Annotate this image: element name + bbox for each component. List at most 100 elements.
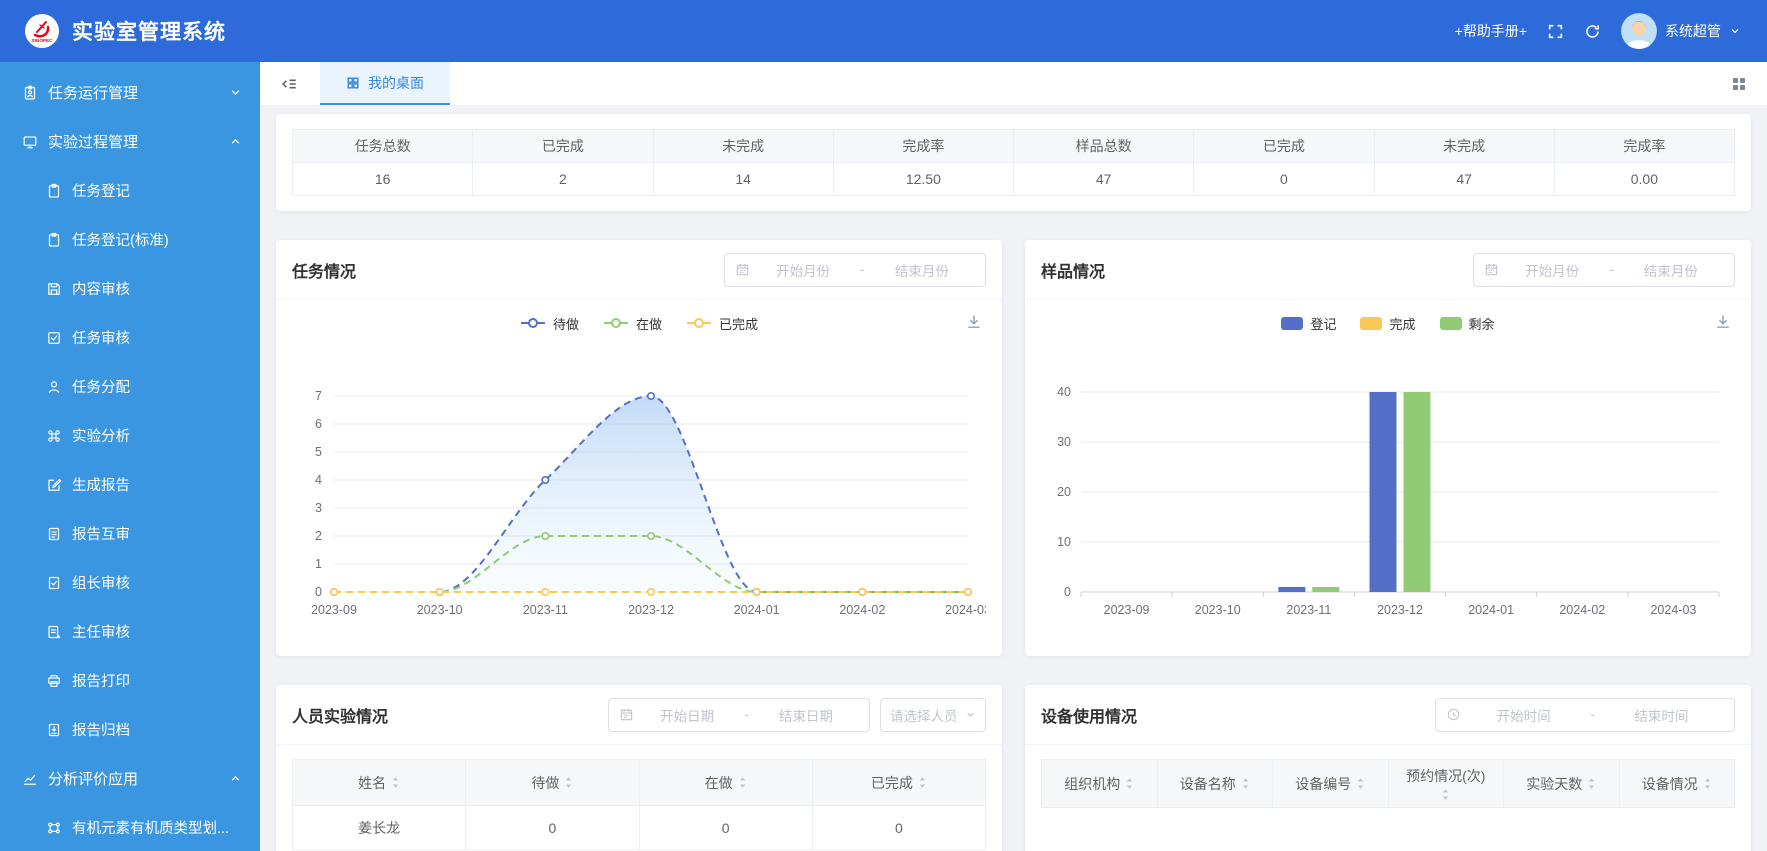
column-label: 设备名称 <box>1179 775 1236 792</box>
clock-icon <box>1447 708 1460 721</box>
sidebar-item-11[interactable]: 主任审核 <box>0 607 260 656</box>
stats-header: 已完成 <box>472 129 654 163</box>
sample-month-range-picker[interactable]: 开始月份 - 结束月份 <box>1473 252 1735 287</box>
personnel-date-range-picker[interactable]: 开始日期 - 结束日期 <box>608 697 870 732</box>
chevron-down-icon <box>231 90 240 96</box>
help-manual-link[interactable]: +帮助手册+ <box>1455 21 1527 41</box>
stats-value-row: 16 2 14 12.50 47 0 47 0.00 <box>291 162 1736 196</box>
legend-item-2[interactable]: 已完成 <box>686 314 758 333</box>
sidebar-item-0[interactable]: 任务运行管理 <box>0 68 260 117</box>
stats-header: 样品总数 <box>1012 129 1195 163</box>
x-axis-label: 2024-03 <box>945 603 986 617</box>
end-time-placeholder: 结束时间 <box>1634 708 1689 724</box>
end-month-placeholder: 结束月份 <box>1643 263 1698 279</box>
chevron-down-icon <box>967 712 974 717</box>
sidebar-item-14[interactable]: 分析评价应用 <box>0 754 260 803</box>
personnel-experiments-card: 人员实验情况 开始日期 - 结束日期 请选择人员 姓名 待做 在做 已完成 姜长… <box>276 685 1002 851</box>
fullscreen-icon[interactable] <box>1547 23 1564 40</box>
y-axis-label: 5 <box>315 445 322 459</box>
column-header-1[interactable]: 设备名称 <box>1156 759 1273 808</box>
stats-value: 47 <box>1373 162 1555 196</box>
legend-item-1[interactable]: 完成 <box>1360 314 1416 333</box>
legend-item-0[interactable]: 登记 <box>1281 314 1336 333</box>
table-row[interactable]: 姜长龙 0 0 0 <box>291 805 987 850</box>
sidebar-item-4[interactable]: 内容审核 <box>0 264 260 313</box>
personnel-select-placeholder: 请选择人员 <box>890 708 958 724</box>
column-header-2[interactable]: 在做 <box>638 759 813 806</box>
doc-flag-icon <box>48 625 61 638</box>
logo-text: SINOPEC <box>32 38 53 43</box>
refresh-icon[interactable] <box>1584 23 1601 40</box>
y-axis-label: 30 <box>1057 435 1071 449</box>
sidebar-item-13[interactable]: 报告归档 <box>0 705 260 754</box>
task-month-range-picker[interactable]: 开始月份 - 结束月份 <box>724 252 986 287</box>
top-header: SINOPEC 实验室管理系统 +帮助手册+ 系统超管 <box>0 0 1767 62</box>
sidebar-item-label: 组长审核 <box>72 576 130 592</box>
column-label: 预约情况(次) <box>1406 768 1486 784</box>
column-header-3[interactable]: 已完成 <box>811 759 987 806</box>
sidebar-item-12[interactable]: 报告打印 <box>0 656 260 705</box>
column-header-0[interactable]: 姓名 <box>291 759 467 806</box>
legend-label: 完成 <box>1389 316 1416 332</box>
task-chart-legend: 待做 在做 已完成 <box>292 306 986 340</box>
column-header-5[interactable]: 设备情况 <box>1618 759 1735 808</box>
sidebar-item-5[interactable]: 任务审核 <box>0 313 260 362</box>
sidebar-item-10[interactable]: 组长审核 <box>0 558 260 607</box>
sidebar-item-7[interactable]: 实验分析 <box>0 411 260 460</box>
sidebar-item-9[interactable]: 报告互审 <box>0 509 260 558</box>
personnel-select[interactable]: 请选择人员 <box>880 697 986 732</box>
tab-label: 我的桌面 <box>368 74 424 91</box>
user-name: 系统超管 <box>1665 23 1721 39</box>
column-header-3[interactable]: 预约情况(次) <box>1387 759 1504 808</box>
sidebar-item-1[interactable]: 实验过程管理 <box>0 117 260 166</box>
sample-chart-legend: 登记 完成 剩余 <box>1041 306 1735 340</box>
legend-item-2[interactable]: 剩余 <box>1439 314 1495 333</box>
printer-icon <box>48 674 60 687</box>
download-icon[interactable] <box>966 314 982 335</box>
column-header-2[interactable]: 设备编号 <box>1272 759 1389 808</box>
check-square-icon <box>48 331 60 344</box>
data-point <box>858 588 867 597</box>
sort-caret-icon <box>1704 778 1710 789</box>
bar-登记 <box>1369 392 1397 592</box>
sort-caret-icon <box>1242 778 1248 789</box>
tab-my-desktop[interactable]: 我的桌面 <box>320 62 450 105</box>
equipment-time-range-picker[interactable]: 开始时间 - 结束时间 <box>1435 697 1735 732</box>
sidebar-item-label: 任务登记(标准) <box>72 233 169 249</box>
data-point <box>646 532 655 541</box>
sample-status-card: 样品情况 开始月份 - 结束月份 登记 完成 剩余 0 10 20 30 40 … <box>1025 240 1751 656</box>
series-area-待做 <box>334 396 968 592</box>
legend-item-0[interactable]: 待做 <box>520 314 579 333</box>
sidebar-item-label: 主任审核 <box>72 625 130 641</box>
legend-item-1[interactable]: 在做 <box>603 314 662 333</box>
y-axis-label: 7 <box>315 389 322 403</box>
edit-icon <box>48 478 62 491</box>
user-icon <box>48 380 60 393</box>
sidebar-item-3[interactable]: 任务登记(标准) <box>0 215 260 264</box>
apps-grid-icon[interactable] <box>1731 76 1747 92</box>
stats-header: 完成率 <box>832 129 1015 163</box>
sort-caret-icon <box>566 777 572 788</box>
dashboard-content: 任务总数 已完成 未完成 完成率 样品总数 已完成 未完成 完成率 16 2 14 12.50 47 0 4… <box>260 105 1767 851</box>
sidebar-item-15[interactable]: 有机元素有机质类型划... <box>0 803 260 851</box>
sidebar-item-6[interactable]: 任务分配 <box>0 362 260 411</box>
download-icon[interactable] <box>1715 314 1731 335</box>
avatar <box>1621 13 1657 49</box>
summary-stats-table: 任务总数 已完成 未完成 完成率 样品总数 已完成 未完成 完成率 16 2 14 12.50 47 0 4… <box>291 129 1736 196</box>
collapse-sidebar-icon[interactable] <box>280 75 298 93</box>
task-card-title: 任务情况 <box>292 263 357 281</box>
personnel-card-title: 人员实验情况 <box>292 708 389 726</box>
user-menu[interactable]: 系统超管 <box>1621 13 1741 49</box>
column-header-1[interactable]: 待做 <box>465 759 640 806</box>
desktop-grid-icon <box>347 76 359 89</box>
column-header-0[interactable]: 组织机构 <box>1041 759 1158 808</box>
end-month-placeholder: 结束月份 <box>894 263 949 279</box>
calendar-icon <box>736 263 749 276</box>
sidebar-item-8[interactable]: 生成报告 <box>0 460 260 509</box>
sidebar-item-2[interactable]: 任务登记 <box>0 166 260 215</box>
legend-label: 登记 <box>1310 316 1337 332</box>
sidebar-nav: 任务运行管理 实验过程管理 任务登记任务登记(标准) 内容审核 任务审核 任务分配 实验分析… <box>0 62 260 851</box>
stats-value: 0.00 <box>1553 162 1736 196</box>
data-point <box>435 588 444 597</box>
column-header-4[interactable]: 实验天数 <box>1503 759 1620 808</box>
